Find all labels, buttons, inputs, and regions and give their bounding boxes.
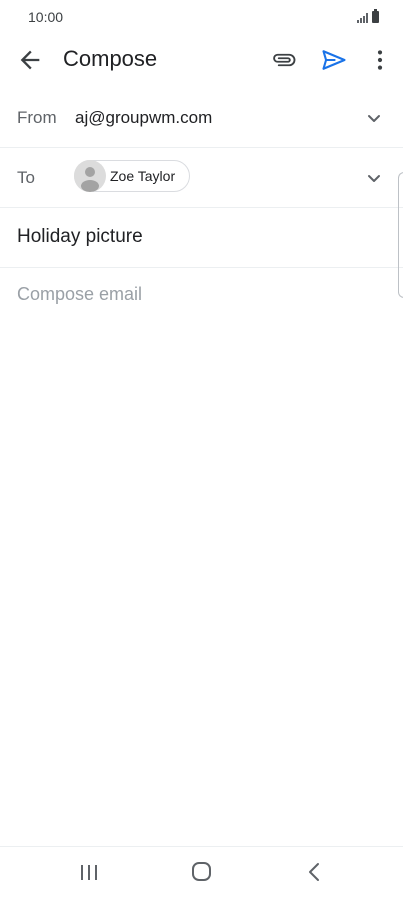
more-options-button[interactable] (366, 46, 394, 74)
paperclip-icon (273, 53, 296, 67)
status-time: 10:00 (28, 9, 64, 25)
recipient-chip[interactable]: Zoe Taylor (74, 160, 190, 192)
page-title: Compose (63, 46, 158, 71)
to-label: To (17, 168, 35, 187)
back-button[interactable] (16, 46, 44, 74)
signal-icon (357, 13, 368, 23)
status-icons (357, 9, 379, 23)
recipient-name: Zoe Taylor (110, 168, 176, 184)
status-bar: 10:00 (0, 0, 403, 32)
nav-back-button[interactable] (300, 859, 330, 885)
to-row[interactable]: To Zoe Taylor (0, 148, 403, 208)
compose-body-input[interactable]: Compose email (17, 284, 142, 305)
chevron-left-icon (309, 863, 319, 881)
subject-field[interactable]: Holiday picture (17, 226, 143, 248)
recent-apps-button[interactable] (74, 859, 104, 885)
send-icon (322, 50, 346, 70)
avatar-icon (74, 160, 106, 192)
navigation-bar (0, 846, 403, 897)
from-label: From (17, 108, 57, 127)
more-vert-icon (377, 50, 383, 70)
battery-icon (372, 9, 379, 23)
home-button[interactable] (187, 859, 217, 885)
attach-button[interactable] (270, 46, 298, 74)
send-button[interactable] (320, 46, 348, 74)
edge-panel-handle[interactable] (398, 172, 403, 298)
home-icon (192, 862, 211, 881)
arrow-back-icon (20, 50, 40, 70)
chevron-down-icon (368, 175, 380, 182)
app-bar: Compose (0, 32, 403, 88)
from-value: aj@groupwm.com (75, 108, 213, 127)
from-row[interactable]: From aj@groupwm.com (0, 88, 403, 148)
from-expand-button[interactable] (362, 106, 386, 130)
to-expand-button[interactable] (362, 166, 386, 190)
recent-apps-icon (81, 865, 97, 880)
chevron-down-icon (368, 115, 380, 122)
